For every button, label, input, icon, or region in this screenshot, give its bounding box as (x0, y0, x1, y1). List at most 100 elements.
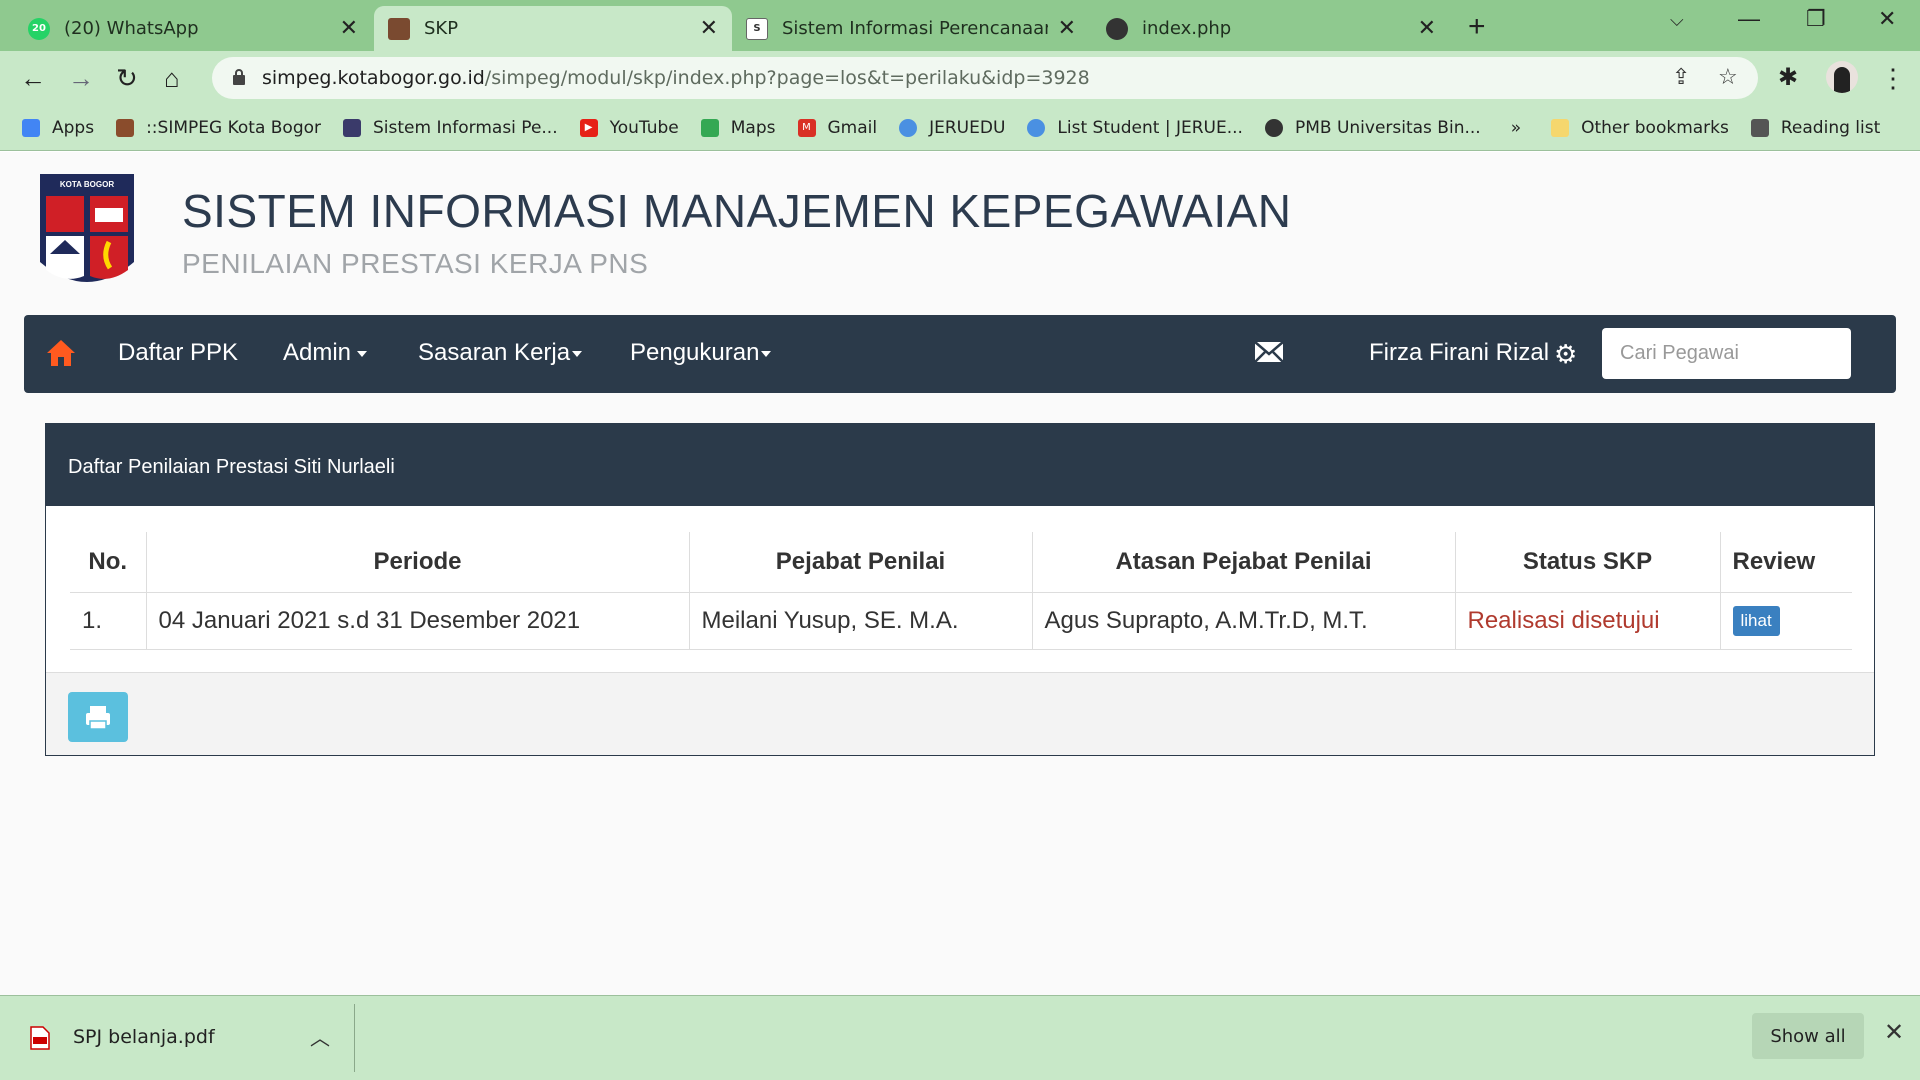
bookmark-gmail[interactable]: M Gmail (797, 117, 878, 138)
mail-icon[interactable] (1254, 341, 1284, 363)
lihat-button[interactable]: lihat (1732, 606, 1780, 636)
show-all-button[interactable]: Show all (1752, 1013, 1864, 1059)
nav-label: Admin (283, 339, 352, 366)
col-atasan-pejabat-penilai: Atasan Pejabat Penilai (1031, 532, 1455, 593)
pdf-file-icon (30, 1026, 50, 1050)
caret-down-icon (761, 350, 772, 357)
close-window-icon[interactable]: ✕ (1878, 6, 1896, 32)
nav-pengukuran[interactable]: Pengukuran (630, 339, 772, 367)
minimize-icon[interactable]: — (1738, 6, 1760, 32)
nav-daftar-ppk[interactable]: Daftar PPK (118, 339, 238, 367)
url-path: /simpeg/modul/skp/index.php?page=los&t=p… (484, 67, 1090, 89)
panel-title: Daftar Penilaian Prestasi Siti Nurlaeli (46, 424, 1874, 506)
menu-kebab-icon[interactable]: ⋮ (1880, 63, 1906, 94)
cell-no: 1. (70, 592, 146, 650)
bookmark-label: Apps (52, 117, 95, 138)
nav-sasaran-kerja[interactable]: Sasaran Kerja (418, 339, 583, 367)
download-filename[interactable]: SPJ belanja.pdf (73, 1026, 215, 1048)
restore-icon[interactable]: ❐ (1806, 6, 1826, 32)
print-button[interactable] (68, 692, 128, 742)
share-icon[interactable]: ⇪ (1672, 65, 1690, 90)
user-menu[interactable]: Firza Firani Rizal (1369, 339, 1549, 367)
nav-label: Sasaran Kerja (418, 339, 571, 366)
bookmark-list-student[interactable]: List Student | JERUE... (1027, 118, 1243, 138)
cell-atasan: Agus Suprapto, A.M.Tr.D, M.T. (1031, 592, 1455, 650)
col-pejabat-penilai: Pejabat Penilai (688, 532, 1032, 593)
bookmark-label: JERUEDU (929, 117, 1006, 138)
close-tab-icon[interactable]: ✕ (700, 16, 718, 41)
home-icon[interactable]: ⌂ (164, 63, 180, 94)
bookmark-maps[interactable]: Maps (700, 118, 776, 138)
caret-down-icon (572, 350, 583, 357)
close-tab-icon[interactable]: ✕ (1058, 16, 1076, 41)
close-tab-icon[interactable]: ✕ (340, 16, 358, 41)
app-subtitle: PENILAIAN PRESTASI KERJA PNS (182, 248, 649, 279)
bookmarks-overflow[interactable]: » (1511, 118, 1521, 138)
simpeg-icon (116, 118, 135, 137)
cell-status: Realisasi disetujui (1454, 592, 1720, 650)
logo-text: KOTA BOGOR (60, 180, 114, 189)
search-pegawai-input[interactable] (1602, 328, 1851, 379)
tab-title: (20) WhatsApp (64, 18, 199, 39)
globe-icon (1264, 118, 1283, 137)
tab-title: index.php (1142, 18, 1232, 39)
tab-skp[interactable]: SKP ✕ (374, 6, 732, 51)
close-tab-icon[interactable]: ✕ (1418, 16, 1436, 41)
lock-icon (233, 69, 245, 85)
tab-index[interactable]: index.php ✕ (1092, 6, 1450, 51)
download-shelf: SPJ belanja.pdf ︿ Show all ✕ (0, 995, 1920, 1080)
col-review: Review (1719, 532, 1852, 593)
new-tab-icon[interactable]: + (1468, 10, 1486, 44)
home-icon[interactable] (46, 339, 76, 367)
bookmark-simpeg[interactable]: ::SIMPEG Kota Bogor (116, 118, 321, 138)
tab-sipp[interactable]: S Sistem Informasi Perencanaan, M ✕ (732, 6, 1090, 51)
nav-admin[interactable]: Admin (283, 339, 368, 367)
maps-icon (700, 118, 719, 137)
tab-whatsapp[interactable]: 20 (20) WhatsApp ✕ (14, 6, 372, 51)
bookmark-apps[interactable]: Apps (22, 118, 94, 138)
bookmark-other[interactable]: Other bookmarks (1551, 118, 1729, 138)
nav-label: Daftar PPK (118, 339, 239, 366)
apps-grid-icon (22, 118, 40, 137)
jeruedu-icon (1027, 118, 1046, 137)
bookmark-label: Other bookmarks (1581, 117, 1729, 138)
app-title: SISTEM INFORMASI MANAJEMEN KEPEGAWAIAN (182, 185, 1292, 237)
close-shelf-icon[interactable]: ✕ (1884, 1018, 1904, 1047)
tab-search-icon[interactable]: ⌵ (1670, 10, 1684, 31)
tab-title: SKP (424, 18, 459, 39)
back-icon[interactable]: ← (20, 63, 46, 94)
jeruedu-icon (899, 118, 918, 137)
sipp-icon: S (746, 17, 768, 40)
folder-icon (1551, 118, 1570, 137)
tab-title: Sistem Informasi Perencanaan, M (782, 18, 1048, 39)
avatar[interactable] (1826, 61, 1858, 93)
bookmark-label: Gmail (827, 117, 878, 138)
url-host: simpeg.kotabogor.go.id (262, 67, 485, 89)
panel-footer (46, 672, 1874, 755)
bookmarks-bar: Apps ::SIMPEG Kota Bogor Sistem Informas… (0, 105, 1920, 151)
table-header-row: No. Periode Pejabat Penilai Atasan Pejab… (70, 532, 1852, 593)
print-icon (86, 706, 110, 730)
reading-list-icon (1750, 118, 1769, 137)
main-navbar: Daftar PPK Admin Sasaran Kerja Pengukura… (24, 315, 1896, 393)
reading-list[interactable]: Reading list (1750, 118, 1880, 138)
bookmark-jeruedu[interactable]: JERUEDU (899, 118, 1005, 138)
address-bar[interactable]: simpeg.kotabogor.go.id/simpeg/modul/skp/… (212, 57, 1758, 99)
col-status-skp: Status SKP (1454, 532, 1720, 593)
col-periode: Periode (145, 532, 689, 593)
extensions-icon[interactable]: ✱ (1778, 63, 1798, 92)
cell-review: lihat (1719, 592, 1852, 650)
gear-icon[interactable]: ⚙ (1554, 339, 1577, 370)
bookmark-label: Sistem Informasi Pe... (373, 117, 558, 138)
bookmark-pmb[interactable]: PMB Universitas Bin... (1264, 118, 1481, 138)
bookmark-star-icon[interactable]: ☆ (1718, 65, 1738, 90)
bookmark-sipp[interactable]: Sistem Informasi Pe... (343, 118, 558, 138)
user-name: Firza Firani Rizal (1369, 339, 1550, 366)
bookmark-label: YouTube (609, 117, 679, 138)
bookmark-label: ::SIMPEG Kota Bogor (146, 117, 322, 138)
bookmark-youtube[interactable]: ▶ YouTube (579, 117, 679, 138)
chevron-up-icon[interactable]: ︿ (310, 1022, 330, 1051)
forward-icon[interactable]: → (68, 63, 94, 94)
youtube-icon: ▶ (579, 118, 598, 137)
reload-icon[interactable]: ↻ (116, 63, 138, 94)
